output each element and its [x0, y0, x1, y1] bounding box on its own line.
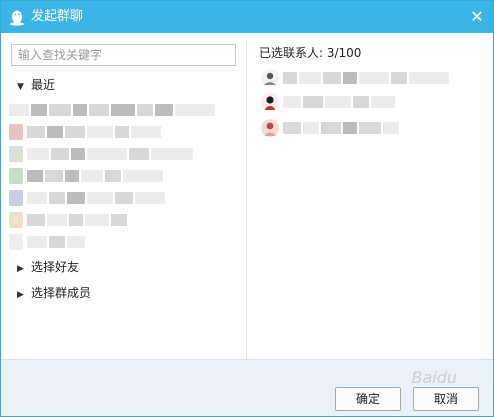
list-item[interactable] — [9, 165, 165, 187]
triangle-down-icon: ▼ — [17, 82, 24, 92]
tree-node-label: 最近 — [31, 78, 56, 92]
confirm-button[interactable]: 确定 — [335, 387, 401, 411]
list-item[interactable] — [9, 121, 163, 143]
list-item[interactable] — [9, 99, 217, 121]
triangle-right-icon: ▶ — [17, 264, 24, 274]
cancel-button[interactable]: 取消 — [413, 387, 479, 411]
selected-contact-item[interactable] — [261, 91, 397, 113]
selected-contact-item[interactable] — [261, 117, 401, 139]
close-icon: ✕ — [470, 7, 484, 26]
tree-node-label: 选择群成员 — [31, 286, 92, 300]
group-chat-dialog: 发起群聊 ✕ ▼ 最近 — [0, 0, 494, 417]
list-item[interactable] — [9, 209, 129, 231]
list-item[interactable] — [9, 187, 167, 209]
contact-picker-pane: ▼ 最近 ▶ 选择好友 — [1, 33, 246, 359]
title-bar[interactable]: 发起群聊 ✕ — [1, 1, 493, 33]
selected-count-label: 已选联系人: 3/100 — [259, 46, 362, 60]
triangle-right-icon: ▶ — [17, 290, 24, 300]
list-item[interactable] — [9, 143, 195, 165]
qq-penguin-icon — [10, 10, 24, 26]
tree-node-recent[interactable]: ▼ 最近 — [17, 76, 55, 94]
recent-contacts-list — [9, 99, 245, 257]
window-title: 发起群聊 — [31, 9, 84, 24]
dialog-footer: Baidu 确定 取消 — [1, 359, 493, 416]
avatar — [261, 69, 279, 87]
selected-contact-item[interactable] — [261, 67, 451, 89]
selected-contacts-pane: 已选联系人: 3/100 — [247, 33, 493, 359]
tree-node-select-group-members[interactable]: ▶ 选择群成员 — [17, 284, 91, 302]
search-input[interactable] — [11, 44, 236, 66]
avatar — [261, 93, 279, 111]
close-button[interactable]: ✕ — [467, 7, 487, 27]
avatar — [261, 119, 279, 137]
watermark-logo: Baidu — [411, 368, 457, 387]
list-item[interactable] — [9, 231, 87, 253]
tree-node-select-friends[interactable]: ▶ 选择好友 — [17, 258, 79, 276]
tree-node-label: 选择好友 — [31, 260, 80, 274]
